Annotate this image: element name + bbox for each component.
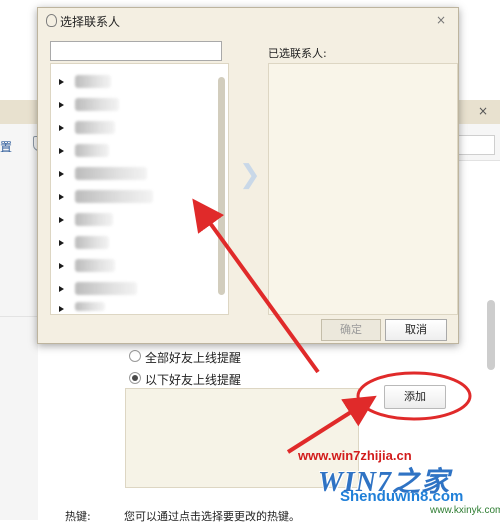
watermark-site: Shenduwin8.com [340,488,464,505]
annotation-arrow [192,198,320,374]
watermark-site-secondary: www.kxinyk.com [430,505,500,516]
highlight-circle [356,371,472,421]
annotation-arrow [286,395,377,454]
annotation-overlay [192,198,472,454]
